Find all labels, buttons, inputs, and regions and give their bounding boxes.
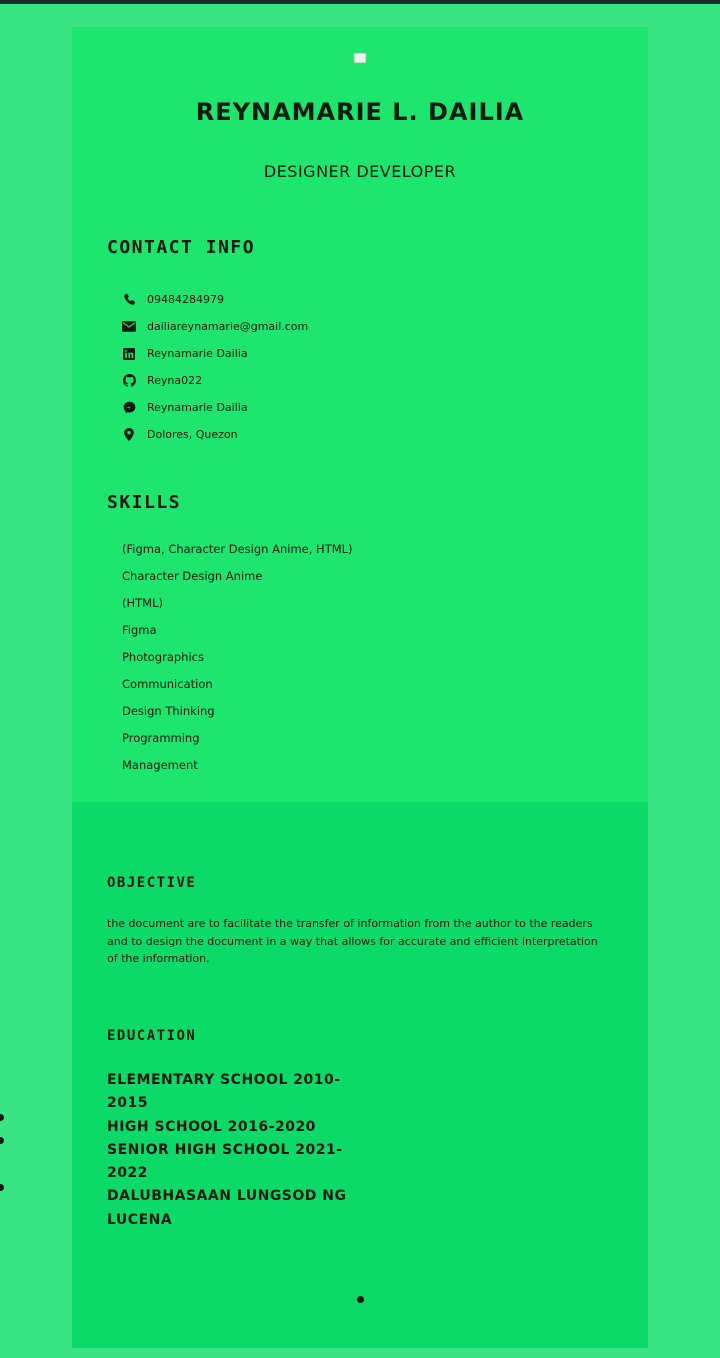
contact-item-location: Dolores, Quezon bbox=[122, 421, 308, 448]
skill-item: Management bbox=[122, 758, 198, 772]
contact-item-github: Reyna022 bbox=[122, 367, 308, 394]
contact-text-linkedin[interactable]: Reynamarie Dailia bbox=[147, 347, 248, 360]
objective-text: the document are to facilitate the trans… bbox=[107, 917, 598, 965]
education-list: ELEMENTARY SCHOOL 2010-2015 HIGH SCHOOL … bbox=[107, 1069, 357, 1232]
contact-text-email[interactable]: dailiareynamarie@gmail.com bbox=[147, 320, 308, 333]
resume-header-section: REYNAMARIE L. DAILIA DESIGNER DEVELOPER … bbox=[72, 27, 648, 802]
contact-text-messenger[interactable]: Reynamarie Dailia bbox=[147, 401, 248, 414]
skill-item: Communication bbox=[122, 677, 213, 691]
contact-item-phone: 09484284979 bbox=[122, 286, 308, 313]
skill-item: (Figma, Character Design Anime, HTML) bbox=[122, 542, 353, 556]
skills-title: SKILLS bbox=[107, 492, 182, 513]
skill-item: Character Design Anime bbox=[122, 569, 263, 583]
education-title: EDUCATION bbox=[107, 1028, 197, 1044]
education-item: HIGH SCHOOL 2016-2020 bbox=[107, 1118, 316, 1135]
envelope-icon bbox=[122, 320, 136, 334]
skills-list: (Figma, Character Design Anime, HTML) Ch… bbox=[122, 539, 353, 782]
resume-card: REYNAMARIE L. DAILIA DESIGNER DEVELOPER … bbox=[72, 27, 648, 1348]
profile-image-broken bbox=[354, 53, 366, 63]
contact-text-phone[interactable]: 09484284979 bbox=[147, 293, 224, 306]
skill-item: Design Thinking bbox=[122, 704, 215, 718]
bullet-dot bbox=[0, 1114, 4, 1121]
skill-item: Figma bbox=[122, 623, 157, 637]
resume-role: DESIGNER DEVELOPER bbox=[263, 162, 457, 181]
education-item: SENIOR HIGH SCHOOL 2021-2022 bbox=[107, 1141, 343, 1182]
skill-item: Programming bbox=[122, 731, 200, 745]
bullet-dot bbox=[0, 1184, 4, 1191]
contact-item-messenger: Reynamarie Dailia bbox=[122, 394, 308, 421]
contact-list: 09484284979 dailiareynamarie@gmail.com R… bbox=[122, 286, 308, 448]
education-item: DALUBHASAAN LUNGSOD NG LUCENA bbox=[107, 1188, 347, 1228]
phone-icon bbox=[122, 293, 136, 307]
skill-item: (HTML) bbox=[122, 596, 163, 610]
contact-info-title: CONTACT INFO bbox=[107, 237, 256, 258]
contact-item-linkedin: Reynamarie Dailia bbox=[122, 340, 308, 367]
footer-bullet-dot bbox=[357, 1296, 364, 1303]
linkedin-icon bbox=[122, 347, 136, 361]
bullet-dot bbox=[0, 1137, 4, 1144]
github-icon bbox=[122, 374, 136, 388]
messenger-icon bbox=[122, 401, 136, 415]
contact-text-github[interactable]: Reyna022 bbox=[147, 374, 202, 387]
contact-text-location: Dolores, Quezon bbox=[147, 428, 238, 441]
objective-title: OBJECTIVE bbox=[107, 875, 197, 891]
contact-item-email: dailiareynamarie@gmail.com bbox=[122, 313, 308, 340]
resume-name: REYNAMARIE L. DAILIA bbox=[195, 98, 525, 126]
skill-item: Photographics bbox=[122, 650, 204, 664]
location-pin-icon bbox=[122, 428, 136, 442]
browser-top-bar bbox=[0, 0, 720, 4]
education-item: ELEMENTARY SCHOOL 2010-2015 bbox=[107, 1072, 341, 1112]
